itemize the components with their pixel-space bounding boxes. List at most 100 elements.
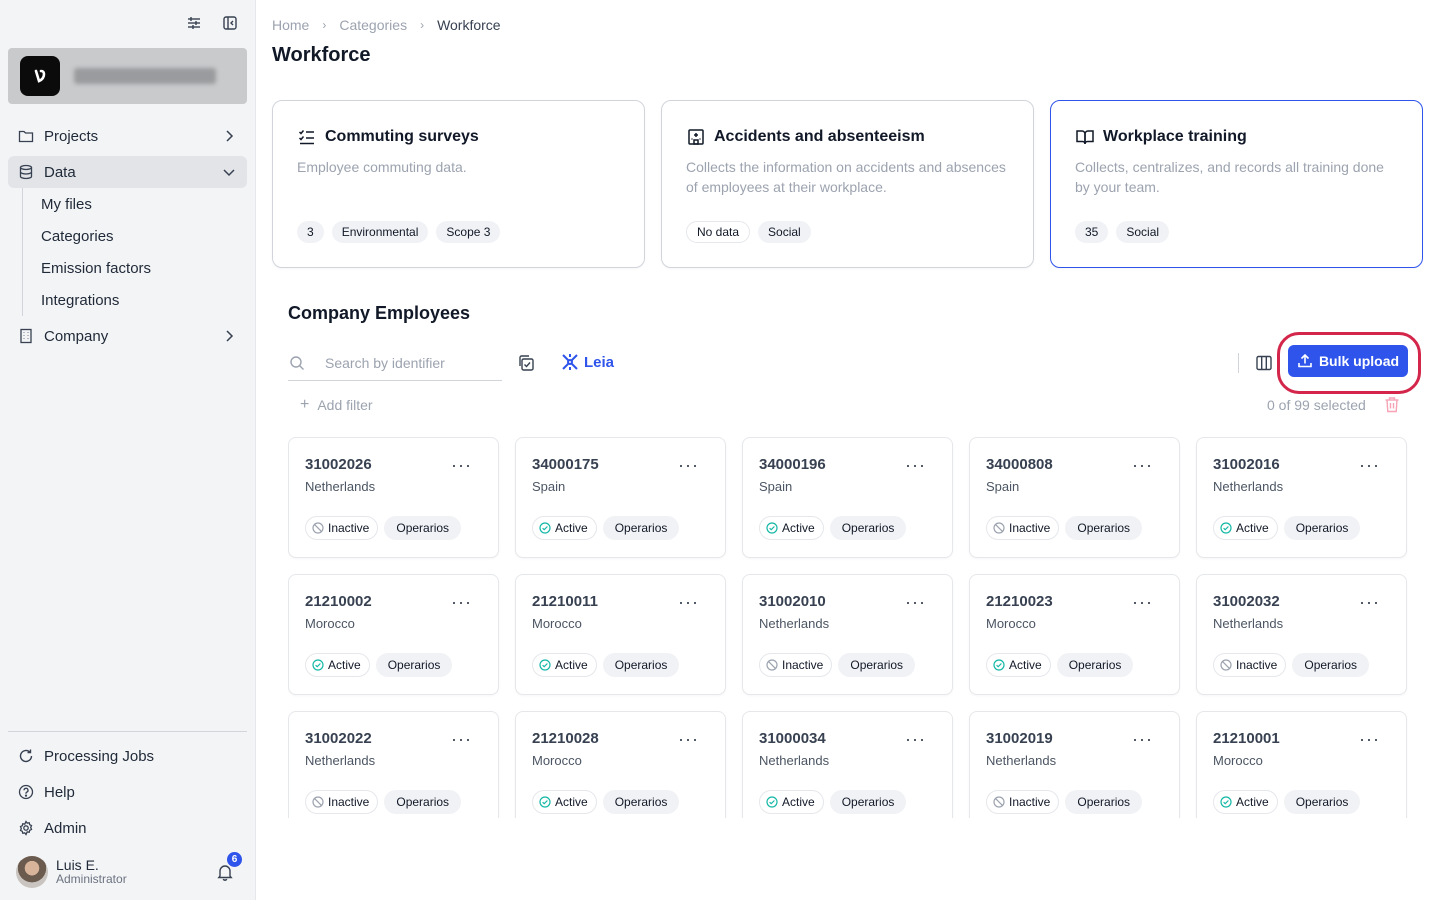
more-options-icon[interactable]: ··· bbox=[451, 456, 472, 474]
more-options-icon[interactable]: ··· bbox=[905, 730, 926, 748]
employee-country: Netherlands bbox=[759, 753, 830, 768]
employee-country: Spain bbox=[532, 479, 566, 494]
organization-name-blurred bbox=[74, 68, 216, 84]
sidebar-item-processing-jobs[interactable]: Processing Jobs bbox=[8, 740, 247, 772]
employee-card[interactable]: 21210023 Morocco ··· Active Operarios bbox=[969, 574, 1180, 695]
employee-country: Morocco bbox=[305, 616, 355, 631]
more-options-icon[interactable]: ··· bbox=[678, 456, 699, 474]
employee-tags: Active Operarios bbox=[532, 516, 680, 540]
employee-card[interactable]: 34000175 Spain ··· Active Operarios bbox=[515, 437, 726, 558]
sidebar-item-help[interactable]: Help bbox=[8, 776, 247, 808]
check-circle-icon bbox=[539, 796, 551, 808]
upload-icon bbox=[1297, 353, 1313, 369]
employee-card[interactable]: 34000196 Spain ··· Active Operarios bbox=[742, 437, 953, 558]
status-badge: Inactive bbox=[305, 790, 379, 814]
trash-icon[interactable] bbox=[1384, 396, 1400, 413]
employee-card[interactable]: 21210001 Morocco ··· Active Operarios bbox=[1196, 711, 1407, 818]
employee-tags: Active Operarios bbox=[305, 653, 453, 677]
sidebar-item-my-files[interactable]: My files bbox=[41, 188, 247, 220]
sidebar-item-admin[interactable]: Admin bbox=[8, 812, 247, 844]
breadcrumb-categories[interactable]: Categories bbox=[339, 17, 407, 33]
more-options-icon[interactable]: ··· bbox=[1132, 593, 1153, 611]
card-description: Employee commuting data. bbox=[297, 159, 467, 175]
folder-icon bbox=[18, 128, 34, 144]
breadcrumb-home[interactable]: Home bbox=[272, 17, 309, 33]
sidebar-item-projects[interactable]: Projects bbox=[8, 120, 247, 152]
sidebar-item-label: Help bbox=[44, 783, 75, 801]
scope-tag: Scope 3 bbox=[436, 221, 501, 243]
employee-country: Netherlands bbox=[759, 616, 830, 631]
organization-switcher[interactable] bbox=[8, 48, 247, 104]
employee-card[interactable]: 21210002 Morocco ··· Active Operarios bbox=[288, 574, 499, 695]
leia-button[interactable]: Leia bbox=[561, 353, 614, 371]
more-options-icon[interactable]: ··· bbox=[451, 730, 472, 748]
user-name: Luis E. bbox=[56, 856, 99, 873]
columns-icon[interactable] bbox=[1255, 354, 1273, 372]
sidebar-item-label: Company bbox=[44, 327, 109, 345]
card-accidents-absenteeism[interactable]: Accidents and absenteeism Collects the i… bbox=[661, 100, 1034, 268]
check-circle-icon bbox=[312, 659, 324, 671]
database-icon bbox=[18, 164, 34, 180]
employee-card[interactable]: 31000034 Netherlands ··· Active Operarios bbox=[742, 711, 953, 818]
sidebar-item-emission-factors[interactable]: Emission factors bbox=[41, 252, 247, 284]
employee-tags: Active Operarios bbox=[1213, 790, 1361, 814]
sidebar-item-label: Projects bbox=[44, 127, 99, 145]
more-options-icon[interactable]: ··· bbox=[678, 730, 699, 748]
more-options-icon[interactable]: ··· bbox=[905, 456, 926, 474]
sidebar-item-integrations[interactable]: Integrations bbox=[41, 284, 247, 316]
more-options-icon[interactable]: ··· bbox=[1359, 593, 1380, 611]
status-badge: Active bbox=[532, 653, 597, 677]
bulk-upload-button[interactable]: Bulk upload bbox=[1288, 345, 1408, 377]
employee-card[interactable]: 31002032 Netherlands ··· Inactive Operarios bbox=[1196, 574, 1407, 695]
sidebar-item-categories[interactable]: Categories bbox=[41, 220, 247, 252]
status-label: Active bbox=[1009, 658, 1042, 672]
check-circle-icon bbox=[1220, 796, 1232, 808]
data-subnav: My files Categories Emission factors Int… bbox=[22, 188, 247, 316]
more-options-icon[interactable]: ··· bbox=[1359, 730, 1380, 748]
status-label: Active bbox=[782, 795, 815, 809]
status-label: Inactive bbox=[1236, 658, 1278, 672]
more-options-icon[interactable]: ··· bbox=[1132, 730, 1153, 748]
copy-select-icon[interactable] bbox=[517, 354, 535, 372]
sidebar-item-data[interactable]: Data bbox=[8, 156, 247, 188]
role-tag: Operarios bbox=[1283, 790, 1361, 814]
employee-card[interactable]: 31002010 Netherlands ··· Inactive Operarios bbox=[742, 574, 953, 695]
status-badge: Inactive bbox=[305, 516, 379, 540]
employee-card[interactable]: 31002026 Netherlands ··· Inactive Operarios bbox=[288, 437, 499, 558]
user-profile[interactable]: Luis E. Administrator 6 bbox=[16, 852, 248, 889]
employee-card[interactable]: 21210028 Morocco ··· Active Operarios bbox=[515, 711, 726, 818]
employee-card[interactable]: 31002022 Netherlands ··· Inactive Operarios bbox=[288, 711, 499, 818]
category-tag: Social bbox=[758, 221, 811, 243]
employee-country: Morocco bbox=[1213, 753, 1263, 768]
employee-card[interactable]: 21210011 Morocco ··· Active Operarios bbox=[515, 574, 726, 695]
card-title: Accidents and absenteeism bbox=[714, 128, 925, 145]
collapse-sidebar-icon[interactable] bbox=[221, 14, 239, 32]
employee-tags: Active Operarios bbox=[532, 653, 680, 677]
status-badge: Active bbox=[532, 516, 597, 540]
card-workplace-training[interactable]: Workplace training Collects, centralizes… bbox=[1050, 100, 1423, 268]
employee-card[interactable]: 31002019 Netherlands ··· Inactive Operarios bbox=[969, 711, 1180, 818]
more-options-icon[interactable]: ··· bbox=[1132, 456, 1153, 474]
card-commuting-surveys[interactable]: Commuting surveys Employee commuting dat… bbox=[272, 100, 645, 268]
check-circle-icon bbox=[539, 522, 551, 534]
employee-card[interactable]: 31002016 Netherlands ··· Active Operarios bbox=[1196, 437, 1407, 558]
role-tag: Operarios bbox=[384, 516, 462, 540]
sidebar-bottom-nav: Processing Jobs Help Admin bbox=[8, 731, 247, 848]
employee-country: Netherlands bbox=[305, 479, 376, 494]
more-options-icon[interactable]: ··· bbox=[451, 593, 472, 611]
more-options-icon[interactable]: ··· bbox=[905, 593, 926, 611]
status-badge: Active bbox=[986, 653, 1051, 677]
search-input[interactable] bbox=[325, 354, 495, 371]
more-options-icon[interactable]: ··· bbox=[678, 593, 699, 611]
more-options-icon[interactable]: ··· bbox=[1359, 456, 1380, 474]
add-filter-button[interactable]: + Add filter bbox=[300, 396, 373, 414]
sidebar-item-company[interactable]: Company bbox=[8, 320, 247, 352]
settings-sliders-icon[interactable] bbox=[185, 14, 203, 32]
section-title: Company Employees bbox=[288, 303, 471, 323]
help-circle-icon bbox=[18, 784, 34, 800]
employee-tags: Inactive Operarios bbox=[986, 516, 1143, 540]
chevron-right-icon bbox=[221, 328, 237, 344]
employee-country: Netherlands bbox=[986, 753, 1057, 768]
employee-card[interactable]: 34000808 Spain ··· Inactive Operarios bbox=[969, 437, 1180, 558]
status-label: Active bbox=[328, 658, 361, 672]
